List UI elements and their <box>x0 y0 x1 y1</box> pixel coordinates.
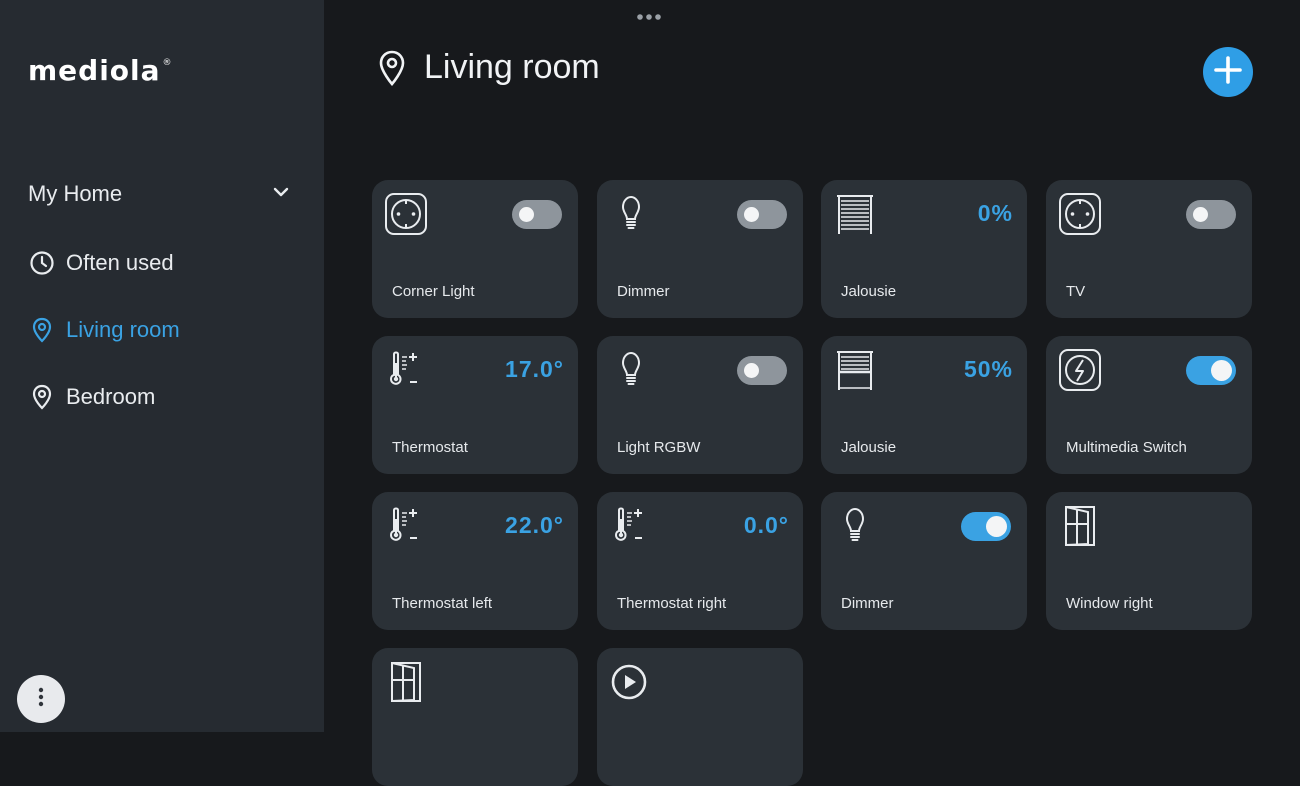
switch-socket-icon <box>1058 348 1102 392</box>
device-label: Thermostat right <box>617 595 727 612</box>
device-label: Thermostat <box>392 439 468 456</box>
device-value: 0.0° <box>743 512 789 538</box>
power-toggle[interactable] <box>1186 356 1236 385</box>
device-tile[interactable]: Dimmer <box>597 180 803 318</box>
device-label: Dimmer <box>617 283 670 300</box>
device-tile[interactable]: 50% Jalousie <box>821 336 1027 474</box>
location-pin-icon <box>378 50 406 86</box>
device-tile[interactable]: Dimmer <box>821 492 1027 630</box>
sidebar: mediola ® My Home Often used Living room … <box>0 0 324 732</box>
device-tile[interactable]: Corner Light <box>372 180 578 318</box>
clock-icon <box>28 249 56 277</box>
device-value: 22.0° <box>505 512 564 538</box>
add-device-button[interactable] <box>1203 47 1253 97</box>
device-label: Corner Light <box>392 283 475 300</box>
my-home-label: My Home <box>28 181 123 206</box>
device-tile[interactable]: Multimedia Switch <box>1046 336 1252 474</box>
window-icon <box>384 660 428 704</box>
page-title: Living room <box>378 48 600 87</box>
sidebar-item-label: Often used <box>66 250 174 275</box>
device-tile[interactable]: Light RGBW <box>597 336 803 474</box>
device-tile[interactable]: 22.0° Thermostat left <box>372 492 578 630</box>
lightbulb-icon <box>833 504 877 548</box>
device-label: Jalousie <box>841 439 897 456</box>
socket-icon <box>384 192 428 236</box>
device-label: Multimedia Switch <box>1066 439 1187 456</box>
device-tile[interactable]: 0.0° Thermostat right <box>597 492 803 630</box>
plus-icon <box>1213 55 1243 90</box>
device-label: Window right <box>1066 595 1153 612</box>
toggle-knob <box>1211 360 1232 381</box>
device-label: Light RGBW <box>617 439 701 456</box>
power-toggle[interactable] <box>737 356 787 385</box>
window-drag-handle-icon[interactable] <box>636 8 664 20</box>
lightbulb-icon <box>609 192 653 236</box>
chevron-down-icon <box>272 181 290 207</box>
device-tile[interactable] <box>597 648 803 786</box>
socket-icon <box>1058 192 1102 236</box>
toggle-knob <box>519 207 534 222</box>
device-label: Thermostat left <box>392 595 493 612</box>
device-tile[interactable]: TV <box>1046 180 1252 318</box>
location-pin-icon <box>28 316 56 344</box>
toggle-knob <box>744 363 759 378</box>
blinds-half-icon <box>833 348 877 392</box>
sidebar-item-bedroom[interactable]: Bedroom <box>28 381 155 413</box>
location-pin-icon <box>28 383 56 411</box>
power-toggle[interactable] <box>1186 200 1236 229</box>
toggle-knob <box>1193 207 1208 222</box>
blinds-closed-icon <box>833 192 877 236</box>
device-tile[interactable] <box>372 648 578 786</box>
lightbulb-icon <box>609 348 653 392</box>
window-icon <box>1058 504 1102 548</box>
more-menu-button[interactable] <box>17 675 65 723</box>
device-tile[interactable]: 17.0° Thermostat <box>372 336 578 474</box>
device-label: Dimmer <box>841 595 894 612</box>
mediola-logo: mediola ® <box>28 54 173 87</box>
toggle-knob <box>744 207 759 222</box>
power-toggle[interactable] <box>961 512 1011 541</box>
sidebar-item-label: Bedroom <box>66 384 156 409</box>
my-home-dropdown[interactable]: My Home <box>28 179 290 209</box>
device-tile[interactable]: 0% Jalousie <box>821 180 1027 318</box>
sidebar-item-often-used[interactable]: Often used <box>28 247 174 279</box>
device-value: 17.0° <box>505 356 564 382</box>
play-icon <box>609 660 653 704</box>
device-tile[interactable]: Window right <box>1046 492 1252 630</box>
power-toggle[interactable] <box>512 200 562 229</box>
device-label: Jalousie <box>841 283 897 300</box>
thermometer-icon <box>609 504 653 548</box>
device-value: 0% <box>977 200 1013 226</box>
sidebar-item-living-room[interactable]: Living room <box>28 314 180 346</box>
thermometer-icon <box>384 504 428 548</box>
page-title-text: Living room <box>424 48 600 86</box>
sidebar-item-label: Living room <box>66 317 180 342</box>
thermometer-icon <box>384 348 428 392</box>
device-label: TV <box>1066 283 1086 300</box>
power-toggle[interactable] <box>737 200 787 229</box>
toggle-knob <box>986 516 1007 537</box>
vertical-dots-icon <box>38 687 44 712</box>
device-value: 50% <box>963 356 1013 382</box>
